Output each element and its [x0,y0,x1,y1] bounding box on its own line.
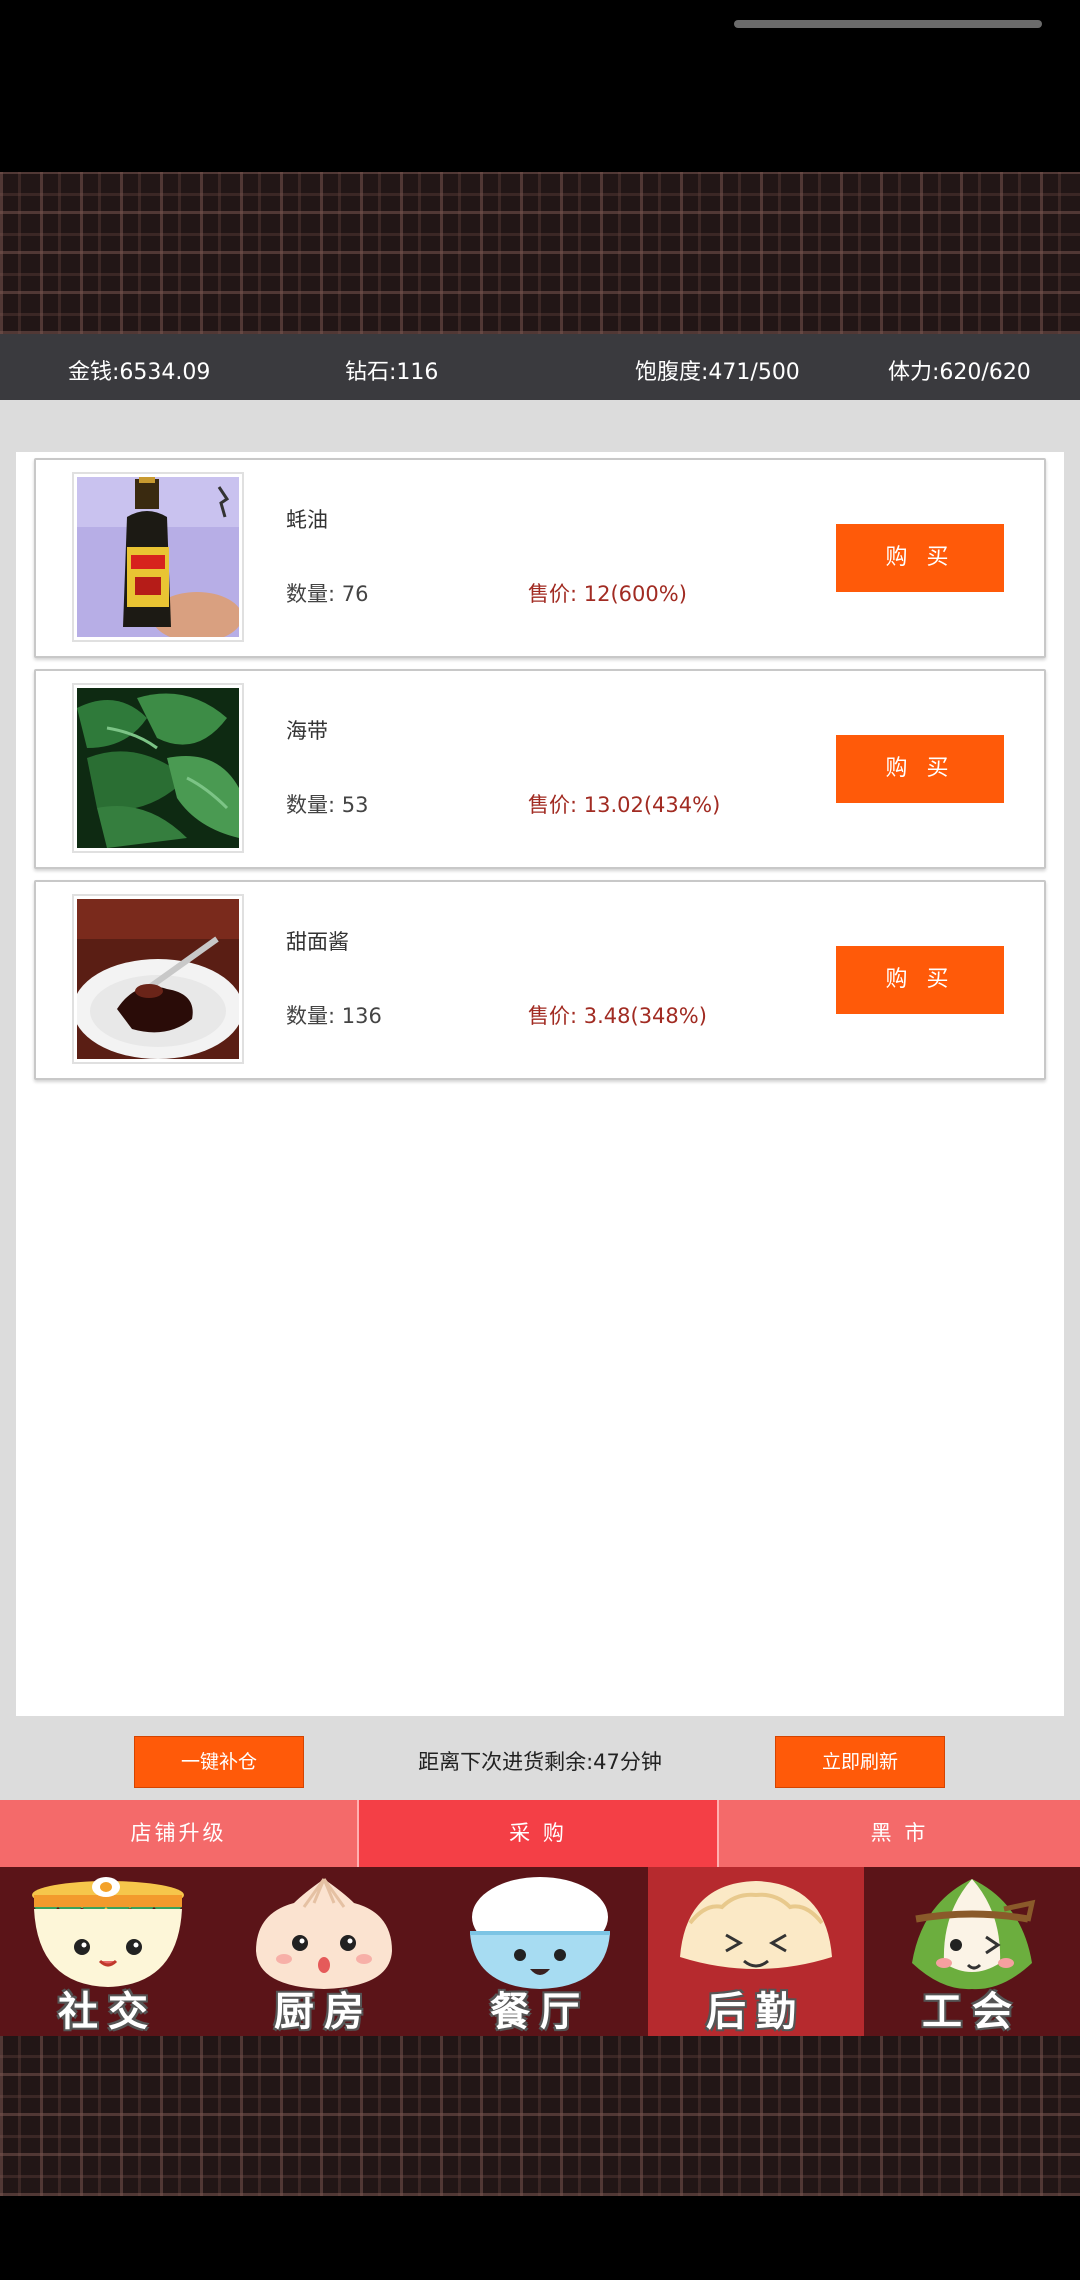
nav-label: 后勤 [706,1989,806,2035]
restock-all-button[interactable]: 一键补仓 [134,1736,304,1788]
restock-countdown: 距离下次进货剩余:47分钟 [418,1750,662,1774]
item-thumbnail [72,894,244,1064]
refresh-now-button[interactable]: 立即刷新 [775,1736,945,1788]
item-quantity: 数量: 136 [286,1004,382,1028]
gesture-pill [734,20,1042,28]
nav-kitchen[interactable]: 厨房 [216,1867,432,2036]
item-thumbnail [72,472,244,642]
item-price: 售价: 3.48(348%) [528,1004,707,1028]
system-status-bar [0,0,1080,172]
system-navigation-bar [0,2196,1080,2280]
sweet-bean-sauce-image [77,899,239,1059]
item-name: 蚝油 [286,508,328,532]
player-stats-bar: 金钱:6534.09 钻石:116 饱腹度:471/500 体力:620/620 [0,334,1080,400]
ramen-bowl-icon [32,1877,184,1987]
nav-label: 厨房 [274,1989,374,2035]
satiety-stat: 饱腹度:471/500 [635,360,800,385]
item-thumbnail [72,683,244,853]
diamond-stat: 钻石:116 [345,360,439,385]
item-name: 海带 [286,719,328,743]
nav-guild[interactable]: 工会 [864,1867,1080,2036]
rice-bowl-icon [470,1877,610,1989]
bun-icon [256,1878,392,1989]
bottom-navigation: 社交 厨房 餐厅 后勤 工会 [0,1867,1080,2036]
buy-button[interactable]: 购 买 [836,524,1004,592]
nav-label: 餐厅 [490,1989,590,2035]
purchase-main-area: 蚝油 数量: 76 售价: 12(600%) 购 买 海带 数量: 53 售价:… [0,400,1080,1800]
tab-purchase[interactable]: 采 购 [359,1800,717,1867]
nav-social[interactable]: 社交 [0,1867,216,2036]
item-name: 甜面酱 [286,930,349,954]
oyster-sauce-bottle-image [77,477,239,637]
money-stat: 金钱:6534.09 [68,360,211,385]
list-item: 海带 数量: 53 售价: 13.02(434%) 购 买 [34,669,1046,869]
nav-restaurant[interactable]: 餐厅 [432,1867,648,2036]
kelp-image [77,688,239,848]
lattice-footer-decoration [0,2036,1080,2196]
list-item: 蚝油 数量: 76 售价: 12(600%) 购 买 [34,458,1046,658]
item-quantity: 数量: 53 [286,793,369,817]
item-price: 售价: 13.02(434%) [528,793,721,817]
buy-button[interactable]: 购 买 [836,735,1004,803]
zongzi-icon [912,1879,1036,1990]
lattice-header-decoration [0,172,1080,334]
item-price: 售价: 12(600%) [528,582,687,606]
purchase-list-panel: 蚝油 数量: 76 售价: 12(600%) 购 买 海带 数量: 53 售价:… [16,452,1064,1716]
tab-black-market[interactable]: 黑 市 [719,1800,1080,1867]
list-item: 甜面酱 数量: 136 售价: 3.48(348%) 购 买 [34,880,1046,1080]
dumpling-icon [680,1881,832,1969]
sub-tab-bar: 店铺升级 采 购 黑 市 [0,1800,1080,1867]
nav-label: 社交 [58,1989,158,2035]
item-quantity: 数量: 76 [286,582,369,606]
tab-shop-upgrade[interactable]: 店铺升级 [0,1800,357,1867]
buy-button[interactable]: 购 买 [836,946,1004,1014]
nav-label: 工会 [922,1989,1022,2035]
stamina-stat: 体力:620/620 [888,360,1031,385]
nav-logistics[interactable]: 后勤 [648,1867,864,2036]
